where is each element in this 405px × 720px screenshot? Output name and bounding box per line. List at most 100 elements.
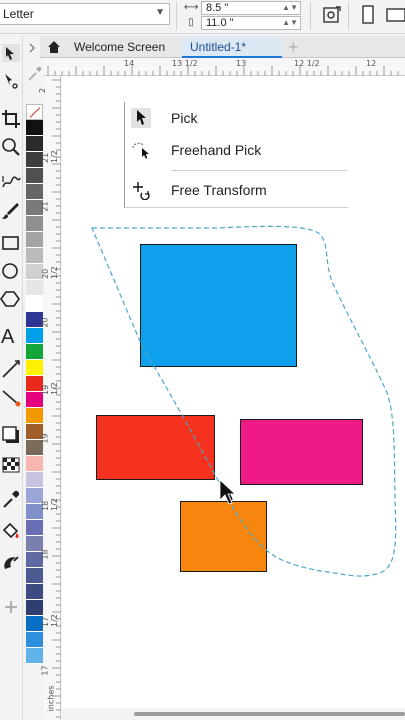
tab-welcome-label: Welcome Screen [74,40,166,54]
color-swatch[interactable] [26,584,43,600]
ruler-label: 17 [40,665,50,676]
ruler-label: 12 [366,59,377,68]
lasso-dashed-path [91,225,397,577]
color-swatch[interactable] [26,296,43,312]
page-height-field[interactable]: 11.0 " ▲▼ [201,16,301,30]
connector-tool-icon[interactable] [0,386,22,408]
ruler-label: 18 [40,549,50,560]
property-bar: Letter ▼ ⟷ 8.5 " ▲▼ ▯ 11.0 " ▲▼ [0,0,405,34]
ruler-label: 2 [38,87,48,94]
toolbar-divider [310,2,311,30]
home-icon[interactable] [46,39,62,55]
ellipse-tool-icon[interactable] [0,260,22,282]
color-swatch[interactable] [26,456,43,472]
freehand-tool-icon[interactable] [0,170,22,192]
flyout-divider [171,170,347,171]
ruler-label: 13 [236,59,247,68]
flyout-label-free-transform: Free Transform [171,182,267,198]
color-swatch[interactable] [26,328,43,344]
height-icon: ▯ [188,17,194,28]
ruler-label: 14 [124,59,135,68]
color-swatch[interactable] [26,408,43,424]
shape-tool-icon[interactable] [0,70,22,92]
tab-untitled-document[interactable]: Untitled-1* [182,36,282,58]
pick-tool-button[interactable] [0,42,22,64]
color-swatch[interactable] [26,472,43,488]
color-swatch[interactable] [26,648,43,664]
ruler-label: 20 1/2 [41,266,59,279]
polygon-tool-icon[interactable] [0,288,22,310]
paper-size-dropdown[interactable]: Letter ▼ [0,3,170,25]
smart-fill-icon[interactable] [0,552,22,574]
color-swatch[interactable] [26,120,43,136]
crop-tool-icon[interactable] [0,108,22,130]
color-eyedropper-icon[interactable] [0,488,22,510]
rectangle-tool-icon[interactable] [0,232,22,254]
text-tool-icon[interactable]: A [0,324,22,348]
ruler-label: 13 1/2 [172,59,198,68]
horizontal-scrollbar[interactable] [62,708,405,720]
svg-text:A: A [1,326,15,346]
flyout-label-pick: Pick [171,110,198,126]
ruler-label: 20 [40,317,50,328]
color-swatch[interactable] [26,168,43,184]
landscape-orientation-icon[interactable] [384,3,405,27]
height-stepper-icon[interactable]: ▲▼ [282,17,298,29]
color-swatch[interactable] [26,280,43,296]
ruler-label: 12 1/2 [294,59,320,68]
new-tab-plus-icon[interactable]: + [288,37,299,57]
portrait-orientation-icon[interactable] [356,3,380,27]
width-icon: ⟷ [184,2,199,13]
color-swatch[interactable] [26,568,43,584]
flyout-item-free-transform[interactable]: Free Transform [125,176,347,204]
zoom-magnifier-icon[interactable] [0,136,22,158]
horizontal-ruler[interactable]: 14 13 1/2 13 12 1/2 12 [44,58,405,76]
document-tab-bar: Welcome Screen Untitled-1* + [40,36,405,58]
page-height-row: ▯ 11.0 " ▲▼ [184,16,304,30]
palette-scroll-up-icon[interactable] [24,40,44,54]
freehand-pick-icon [131,140,151,160]
flyout-item-freehand-pick[interactable]: Freehand Pick [125,136,347,164]
drop-shadow-icon[interactable] [0,424,22,446]
color-swatch[interactable] [26,632,43,648]
toolbar-divider [176,2,177,30]
parallel-dimension-icon[interactable] [0,358,22,380]
pick-tools-flyout: Pick Freehand Pick Free Transform [124,102,348,208]
flyout-label-freehand-pick: Freehand Pick [171,142,262,158]
ruler-label: 21 1/2 [41,150,59,163]
flyout-item-pick[interactable]: Pick [125,104,347,132]
toolbar-divider [348,2,349,30]
width-stepper-icon[interactable]: ▲▼ [282,2,298,14]
color-swatch[interactable] [26,184,43,200]
page-width-field[interactable]: 8.5 " ▲▼ [201,1,301,15]
page-width-value: 8.5 " [206,2,229,14]
transparency-checker-icon[interactable] [0,454,22,476]
corel-app-window: Letter ▼ ⟷ 8.5 " ▲▼ ▯ 11.0 " ▲▼ Welcome … [0,0,405,720]
no-color-swatch[interactable] [26,104,43,120]
eyedropper-swatch-icon[interactable] [24,64,44,84]
ruler-label: 19 1/2 [41,382,59,395]
scrollbar-thumb[interactable] [134,712,405,716]
page-width-row: ⟷ 8.5 " ▲▼ [184,1,304,15]
paper-size-value: Letter [3,7,34,21]
tab-document-label: Untitled-1* [190,40,247,54]
color-swatch[interactable] [26,520,43,536]
ruler-ticks [47,66,399,76]
mouse-cursor-arrow-icon [219,479,237,505]
toolbox: A [0,36,23,720]
interactive-fill-bucket-icon[interactable] [0,520,22,542]
chevron-down-icon: ▼ [155,7,165,18]
color-swatch[interactable] [26,232,43,248]
artistic-media-brush-icon[interactable] [0,200,22,222]
vertical-ruler[interactable]: 2 21 1/2 21 20 1/2 20 19 1/2 19 18 1/2 18 17 1/2 1… [38,76,61,720]
free-transform-icon [131,180,151,201]
pick-arrow-icon [131,108,151,128]
ruler-unit-label: inches [46,685,56,712]
add-tool-plus-icon[interactable] [0,596,22,618]
color-swatch[interactable] [26,344,43,360]
color-swatch[interactable] [26,360,43,376]
page-layout-icon[interactable] [320,3,344,27]
ruler-label: 21 [40,201,50,212]
ruler-label: 18 1/2 [41,498,59,511]
color-swatch[interactable] [26,216,43,232]
